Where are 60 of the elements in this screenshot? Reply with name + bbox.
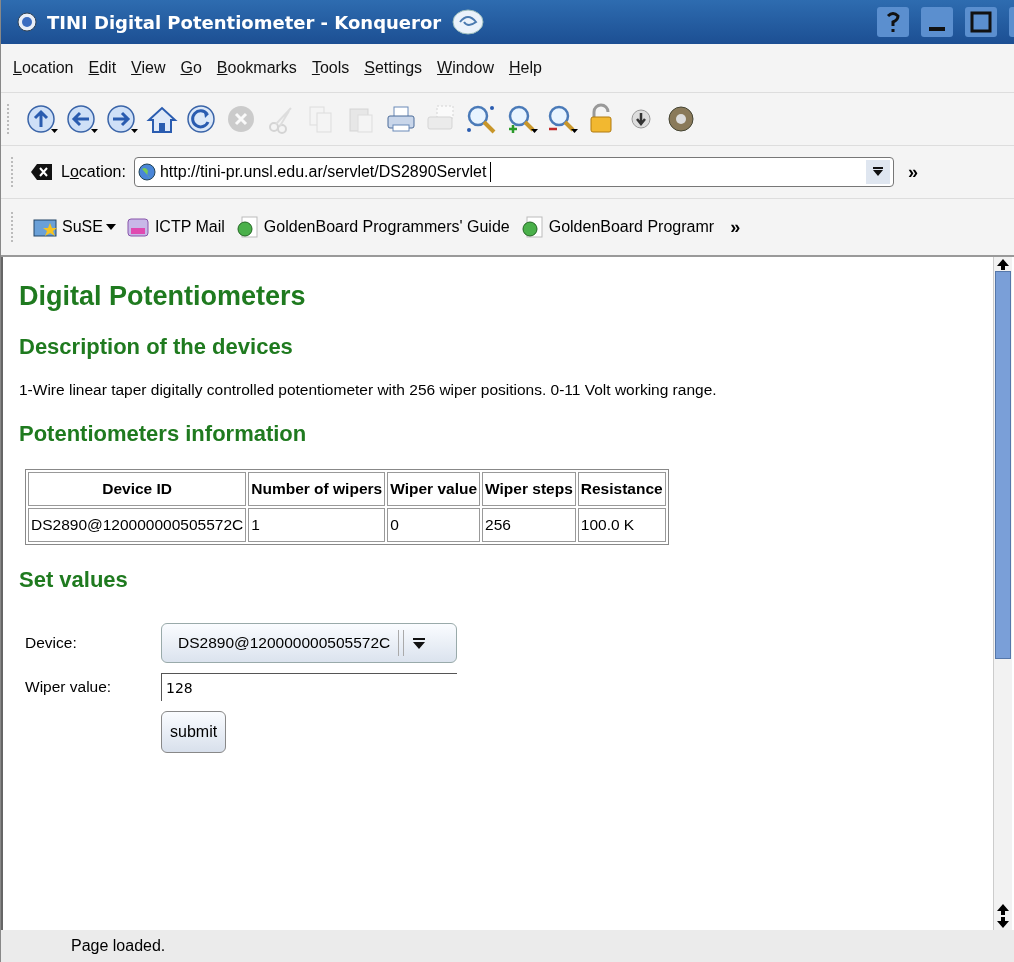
column-header: Wiper value (387, 472, 481, 507)
table-cell: 0 (387, 508, 481, 543)
scrollbar-thumb[interactable] (995, 271, 1011, 659)
page-title: Digital Potentiometers (19, 281, 306, 312)
menu-item[interactable]: Help (508, 59, 542, 77)
app-icon (17, 12, 37, 32)
scroll-up-icon[interactable] (996, 257, 1010, 271)
location-field[interactable]: http://tini-pr.unsl.edu.ar/servlet/DS2890Servlet (133, 157, 894, 187)
menu-item[interactable]: Tools (311, 59, 350, 77)
window-title: TINI Digital Potentiometer - Konqueror (47, 11, 442, 33)
forward-arrow-icon[interactable] (105, 103, 139, 135)
column-header: Resistance (577, 472, 666, 507)
table-cell: 1 (248, 508, 386, 543)
minimize-icon[interactable] (921, 7, 953, 37)
menu-item[interactable]: View (131, 59, 166, 77)
device-dropdown[interactable]: DS2890@120000000505572C (161, 623, 457, 664)
submit-button[interactable]: submit (161, 711, 227, 754)
table-cell: 256 (482, 508, 576, 543)
scrollbar[interactable] (993, 257, 1012, 930)
page-globe-icon (234, 215, 261, 239)
dropdown-icon (412, 636, 427, 651)
table-cell: 100.0 K (577, 508, 666, 543)
menu-item[interactable]: Location (13, 59, 74, 77)
bookmark-link[interactable]: ICTP Mail (125, 215, 225, 239)
device-label: Device: (25, 634, 78, 653)
menu-item[interactable]: Window (437, 59, 494, 77)
scroll-down-icon[interactable] (996, 916, 1010, 930)
globe-icon (137, 163, 156, 181)
maximize-icon[interactable] (965, 7, 997, 37)
back-arrow-icon[interactable] (65, 103, 99, 135)
section-heading: Potentiometers information (19, 421, 307, 448)
status-text: Page loaded. (71, 937, 166, 955)
bookmark-link[interactable]: GoldenBoard Programr (519, 215, 715, 239)
clear-location-icon[interactable] (31, 163, 53, 181)
wiper-value-field[interactable]: 128 (161, 673, 457, 702)
column-header: Device ID (28, 472, 247, 507)
page-globe-icon (519, 215, 546, 239)
overflow-chevron[interactable]: » (907, 161, 918, 183)
table-cell: DS2890@120000000505572C (28, 508, 247, 543)
section-heading: Description of the devices (19, 334, 293, 360)
column-header: Wiper steps (482, 472, 576, 507)
location-label: Location: (61, 163, 126, 181)
mail-icon (125, 215, 152, 239)
overflow-chevron[interactable]: » (730, 216, 741, 238)
scroll-up-icon[interactable] (996, 902, 1010, 916)
bookmark-link[interactable]: GoldenBoard Programmers' Guide (234, 215, 510, 239)
swirl-icon (451, 7, 486, 37)
help-icon[interactable] (877, 7, 909, 37)
section-heading: Set values (19, 567, 128, 594)
menu-item[interactable]: Bookmarks (216, 59, 297, 77)
description-text: 1-Wire linear taper digitally controlled potentiometer with 256 wiper positions. 0-11 Volt working range. (19, 380, 718, 400)
menu-item[interactable]: Go (180, 59, 202, 77)
up-arrow-icon[interactable] (25, 103, 59, 135)
menu-item[interactable]: Edit (88, 59, 117, 77)
dropdown-icon[interactable] (865, 160, 890, 184)
wiper-value-label: Wiper value: (25, 678, 113, 697)
menu-item[interactable]: Settings (364, 59, 423, 77)
dropdown-caret-icon (105, 224, 116, 230)
bookmark-link[interactable]: SuSE (33, 215, 116, 239)
column-header: Number of wipers (248, 472, 386, 507)
